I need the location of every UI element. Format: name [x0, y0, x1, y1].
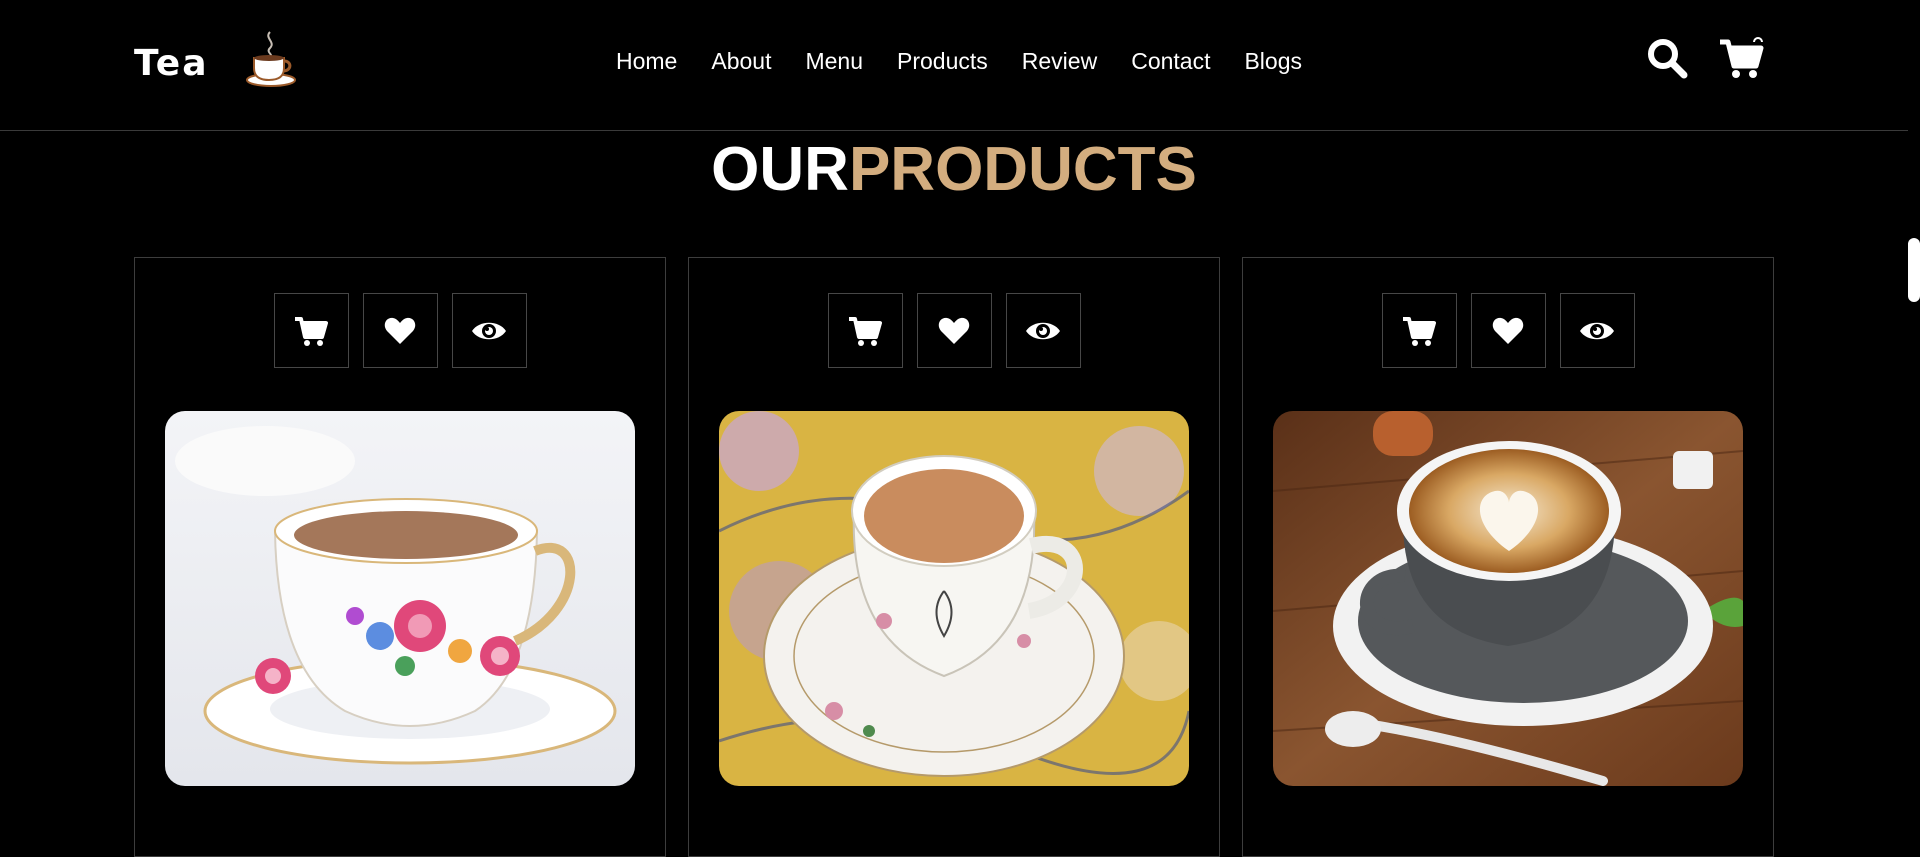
- add-to-cart-button[interactable]: [273, 293, 349, 368]
- wishlist-button[interactable]: [916, 293, 992, 368]
- add-to-cart-button[interactable]: [1381, 293, 1457, 368]
- product-card: [134, 257, 666, 857]
- nav-about[interactable]: About: [711, 48, 771, 75]
- nav-review[interactable]: Review: [1022, 48, 1097, 75]
- product-image[interactable]: [165, 411, 635, 786]
- eye-icon: [1025, 319, 1061, 343]
- wishlist-button[interactable]: [362, 293, 438, 368]
- header-icons: [1646, 36, 1764, 85]
- quick-view-button[interactable]: [451, 293, 527, 368]
- cart-icon: [848, 315, 882, 347]
- card-actions: [135, 293, 665, 368]
- cart-icon: [294, 315, 328, 347]
- eye-icon: [1579, 319, 1615, 343]
- product-image[interactable]: [719, 411, 1189, 786]
- logo[interactable]: Tea: [134, 31, 298, 88]
- scrollbar-thumb[interactable]: [1908, 238, 1920, 302]
- product-card: [688, 257, 1220, 857]
- wishlist-button[interactable]: [1470, 293, 1546, 368]
- card-actions: [689, 293, 1219, 368]
- product-image[interactable]: [1273, 411, 1743, 786]
- cart-icon[interactable]: [1718, 36, 1764, 85]
- nav-menu[interactable]: Menu: [805, 48, 863, 75]
- heart-icon: [384, 317, 416, 345]
- search-icon[interactable]: [1646, 37, 1688, 84]
- add-to-cart-button[interactable]: [827, 293, 903, 368]
- main-nav: Home About Menu Products Review Contact …: [616, 48, 1302, 75]
- nav-blogs[interactable]: Blogs: [1244, 48, 1302, 75]
- cart-icon: [1402, 315, 1436, 347]
- site-header: Tea Home About Menu Products Review Cont…: [0, 0, 1908, 131]
- coffee-cup-logo-icon: [246, 31, 297, 87]
- logo-text: Tea: [134, 42, 209, 84]
- product-card: [1242, 257, 1774, 857]
- heart-icon: [1492, 317, 1524, 345]
- card-actions: [1243, 293, 1773, 368]
- quick-view-button[interactable]: [1559, 293, 1635, 368]
- section-title-part1: OUR: [711, 135, 849, 204]
- section-title-part2: PRODUCTS: [848, 135, 1197, 204]
- nav-contact[interactable]: Contact: [1131, 48, 1210, 75]
- nav-products[interactable]: Products: [897, 48, 988, 75]
- heart-icon: [938, 317, 970, 345]
- section-title: OURPRODUCTS: [0, 134, 1908, 205]
- nav-home[interactable]: Home: [616, 48, 677, 75]
- eye-icon: [471, 319, 507, 343]
- quick-view-button[interactable]: [1005, 293, 1081, 368]
